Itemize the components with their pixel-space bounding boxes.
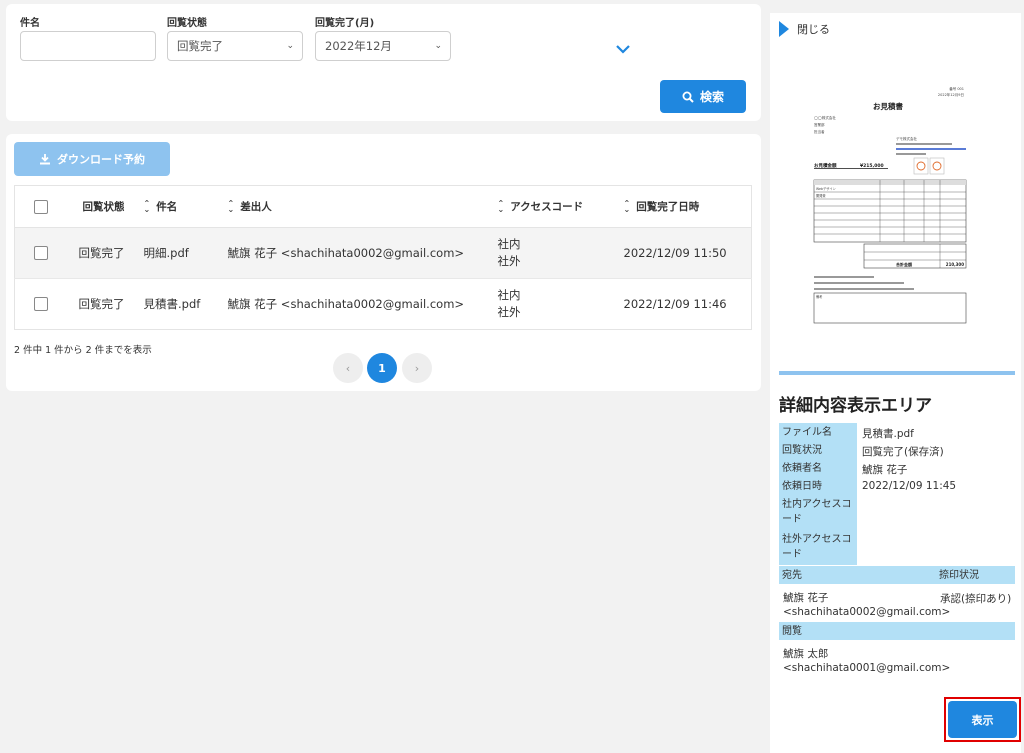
field-value-requested-at: 2022/12/09 11:45 [862, 480, 957, 492]
download-icon [40, 154, 50, 165]
column-sender[interactable]: 差出人 [240, 201, 272, 213]
row-status: 回覧完了 [69, 227, 144, 279]
sort-icon[interactable]: ⌃ ⌄ [228, 200, 235, 214]
table-row[interactable]: 回覧完了 明細.pdf 鯱旗 花子 <shachihata0002@gmail.… [14, 227, 752, 279]
table-row[interactable]: 回覧完了 見積書.pdf 鯱旗 花子 <shachihata0002@gmail… [14, 278, 752, 330]
row-sender: 鯱旗 花子 <shachihata0002@gmail.com> [227, 227, 498, 279]
doc-to-line1: ◯◯株式会社 [814, 115, 836, 120]
search-panel: 件名 回覧状態 回覧完了 ⌄ 回覧完了(月) 2022年12月 ⌄ 検索 [6, 4, 761, 121]
download-reserve-button[interactable]: ダウンロード予約 [14, 142, 170, 176]
column-status[interactable]: 回覧状態 [83, 201, 125, 213]
field-value-filename: 見積書.pdf [862, 428, 914, 440]
field-label-status: 回覧状況 [779, 441, 857, 459]
row-date: 2022/12/09 11:46 [623, 278, 752, 330]
month-label: 回覧完了(月) [315, 18, 375, 29]
field-label-filename: ファイル名 [779, 423, 857, 441]
doc-amount-label: お見積金額 [814, 162, 837, 169]
doc-total-value: 210,300 [946, 262, 964, 267]
close-panel-toggle[interactable]: 閉じる [779, 21, 830, 37]
prev-page-button[interactable]: ‹ [333, 353, 363, 383]
row-code-external: 社外 [497, 305, 521, 319]
sort-icon[interactable]: ⌃ ⌄ [624, 200, 631, 214]
row-subject: 見積書.pdf [143, 278, 228, 330]
row-code-internal: 社内 [497, 288, 521, 302]
preview-divider [779, 371, 1015, 375]
show-button[interactable]: 表示 [948, 701, 1017, 738]
row-status: 回覧完了 [69, 278, 144, 330]
expand-chevron-icon[interactable] [615, 40, 631, 54]
row-checkbox[interactable] [34, 297, 48, 312]
viewer-email: <shachihata0001@gmail.com> [783, 662, 951, 674]
next-page-button[interactable]: › [402, 353, 432, 383]
viewer-name: 鯱旗 太郎 [783, 648, 829, 660]
stamp-status-value: 承認(捺印あり) [940, 593, 1012, 605]
recipient-info: 鯱旗 花子 <shachihata0002@gmail.com> [783, 591, 950, 619]
viewer-info: 鯱旗 太郎 <shachihata0001@gmail.com> [783, 647, 950, 675]
search-icon [682, 91, 694, 103]
row-subject: 明細.pdf [143, 227, 228, 279]
field-value-status: 回覧完了(保存済) [862, 446, 944, 458]
doc-total-label: 合計金額 [896, 261, 912, 267]
detail-title: 詳細内容表示エリア [779, 396, 932, 416]
doc-from-line1: デモ株式会社 [896, 136, 917, 141]
document-preview[interactable]: 番号 001 2022年12月9日 お見積書 ◯◯株式会社 営業部 担当者 デモ… [800, 83, 980, 339]
recipient-label: 宛先 [782, 570, 802, 581]
result-list-panel: ダウンロード予約 回覧状態 ⌃ ⌄ 件名 ⌃ ⌄ 差出人 ⌃ ⌄ アクセスコード ⌃ ⌄ 回覧完… [6, 134, 761, 391]
recipient-name: 鯱旗 花子 [783, 592, 829, 604]
doc-to-line3: 担当者 [814, 129, 825, 134]
status-select-value: 回覧完了 [177, 39, 223, 53]
row-code-external: 社外 [497, 254, 521, 268]
recipient-email: <shachihata0002@gmail.com> [783, 606, 951, 618]
row-sender: 鯱旗 花子 <shachihata0002@gmail.com> [227, 278, 498, 330]
recipient-header: 宛先 捺印状況 [779, 566, 1015, 584]
column-access-code[interactable]: アクセスコード [510, 201, 583, 213]
table-header-row: 回覧状態 ⌃ ⌄ 件名 ⌃ ⌄ 差出人 ⌃ ⌄ アクセスコード ⌃ ⌄ 回覧完了日時 [14, 185, 752, 228]
stamp-status-label: 捺印状況 [939, 570, 979, 581]
close-label: 閉じる [797, 23, 830, 36]
doc-title: お見積書 [873, 101, 903, 111]
field-label-internal-code: 社内アクセスコード [779, 495, 857, 530]
result-table: 回覧状態 ⌃ ⌄ 件名 ⌃ ⌄ 差出人 ⌃ ⌄ アクセスコード ⌃ ⌄ 回覧完了日時 回覧完了 … [14, 185, 752, 330]
doc-date: 2022年12月9日 [938, 92, 964, 97]
status-label: 回覧状態 [167, 18, 207, 29]
subject-label: 件名 [20, 18, 40, 29]
field-label-requested-at: 依頼日時 [779, 477, 857, 495]
field-label-requester: 依頼者名 [779, 459, 857, 477]
estimate-document-thumbnail: 番号 001 2022年12月9日 お見積書 ◯◯株式会社 営業部 担当者 デモ… [813, 86, 967, 324]
detail-side-panel: 閉じる 番号 001 2022年12月9日 お見積書 ◯◯株式会社 営業部 担当… [770, 13, 1021, 753]
doc-number: 番号 001 [949, 86, 964, 91]
month-select[interactable]: 2022年12月 ⌄ [315, 31, 451, 61]
sort-icon[interactable]: ⌃ ⌄ [144, 200, 151, 214]
column-subject[interactable]: 件名 [156, 201, 177, 213]
row-code-internal: 社内 [497, 237, 521, 251]
row-date: 2022/12/09 11:50 [623, 227, 752, 279]
doc-item2: 開発費 [816, 193, 826, 198]
doc-amount-value: ¥215,000 [860, 163, 884, 169]
search-button[interactable]: 検索 [660, 80, 746, 113]
sort-icon[interactable]: ⌃ ⌄ [498, 200, 505, 214]
doc-note-label: 備考 [816, 294, 822, 299]
row-checkbox[interactable] [34, 246, 48, 261]
month-select-value: 2022年12月 [325, 39, 392, 53]
search-button-label: 検索 [699, 90, 724, 104]
doc-to-line2: 営業部 [814, 122, 825, 127]
page-1-button[interactable]: 1 [367, 353, 397, 383]
download-reserve-label: ダウンロード予約 [57, 153, 145, 166]
chevron-down-icon: ⌄ [434, 41, 442, 51]
viewer-label: 閲覧 [779, 622, 1015, 640]
select-all-checkbox[interactable] [34, 199, 48, 214]
doc-item1: Webデザイン [816, 186, 836, 191]
chevron-down-icon: ⌄ [286, 41, 294, 51]
field-label-external-code: 社外アクセスコード [779, 530, 857, 565]
field-value-requester: 鯱旗 花子 [862, 464, 908, 476]
status-select[interactable]: 回覧完了 ⌄ [167, 31, 303, 61]
result-summary: 2 件中 1 件から 2 件までを表示 [14, 345, 152, 356]
caret-right-icon [779, 21, 789, 37]
column-completed-at[interactable]: 回覧完了日時 [636, 201, 699, 213]
subject-input[interactable] [20, 31, 156, 61]
